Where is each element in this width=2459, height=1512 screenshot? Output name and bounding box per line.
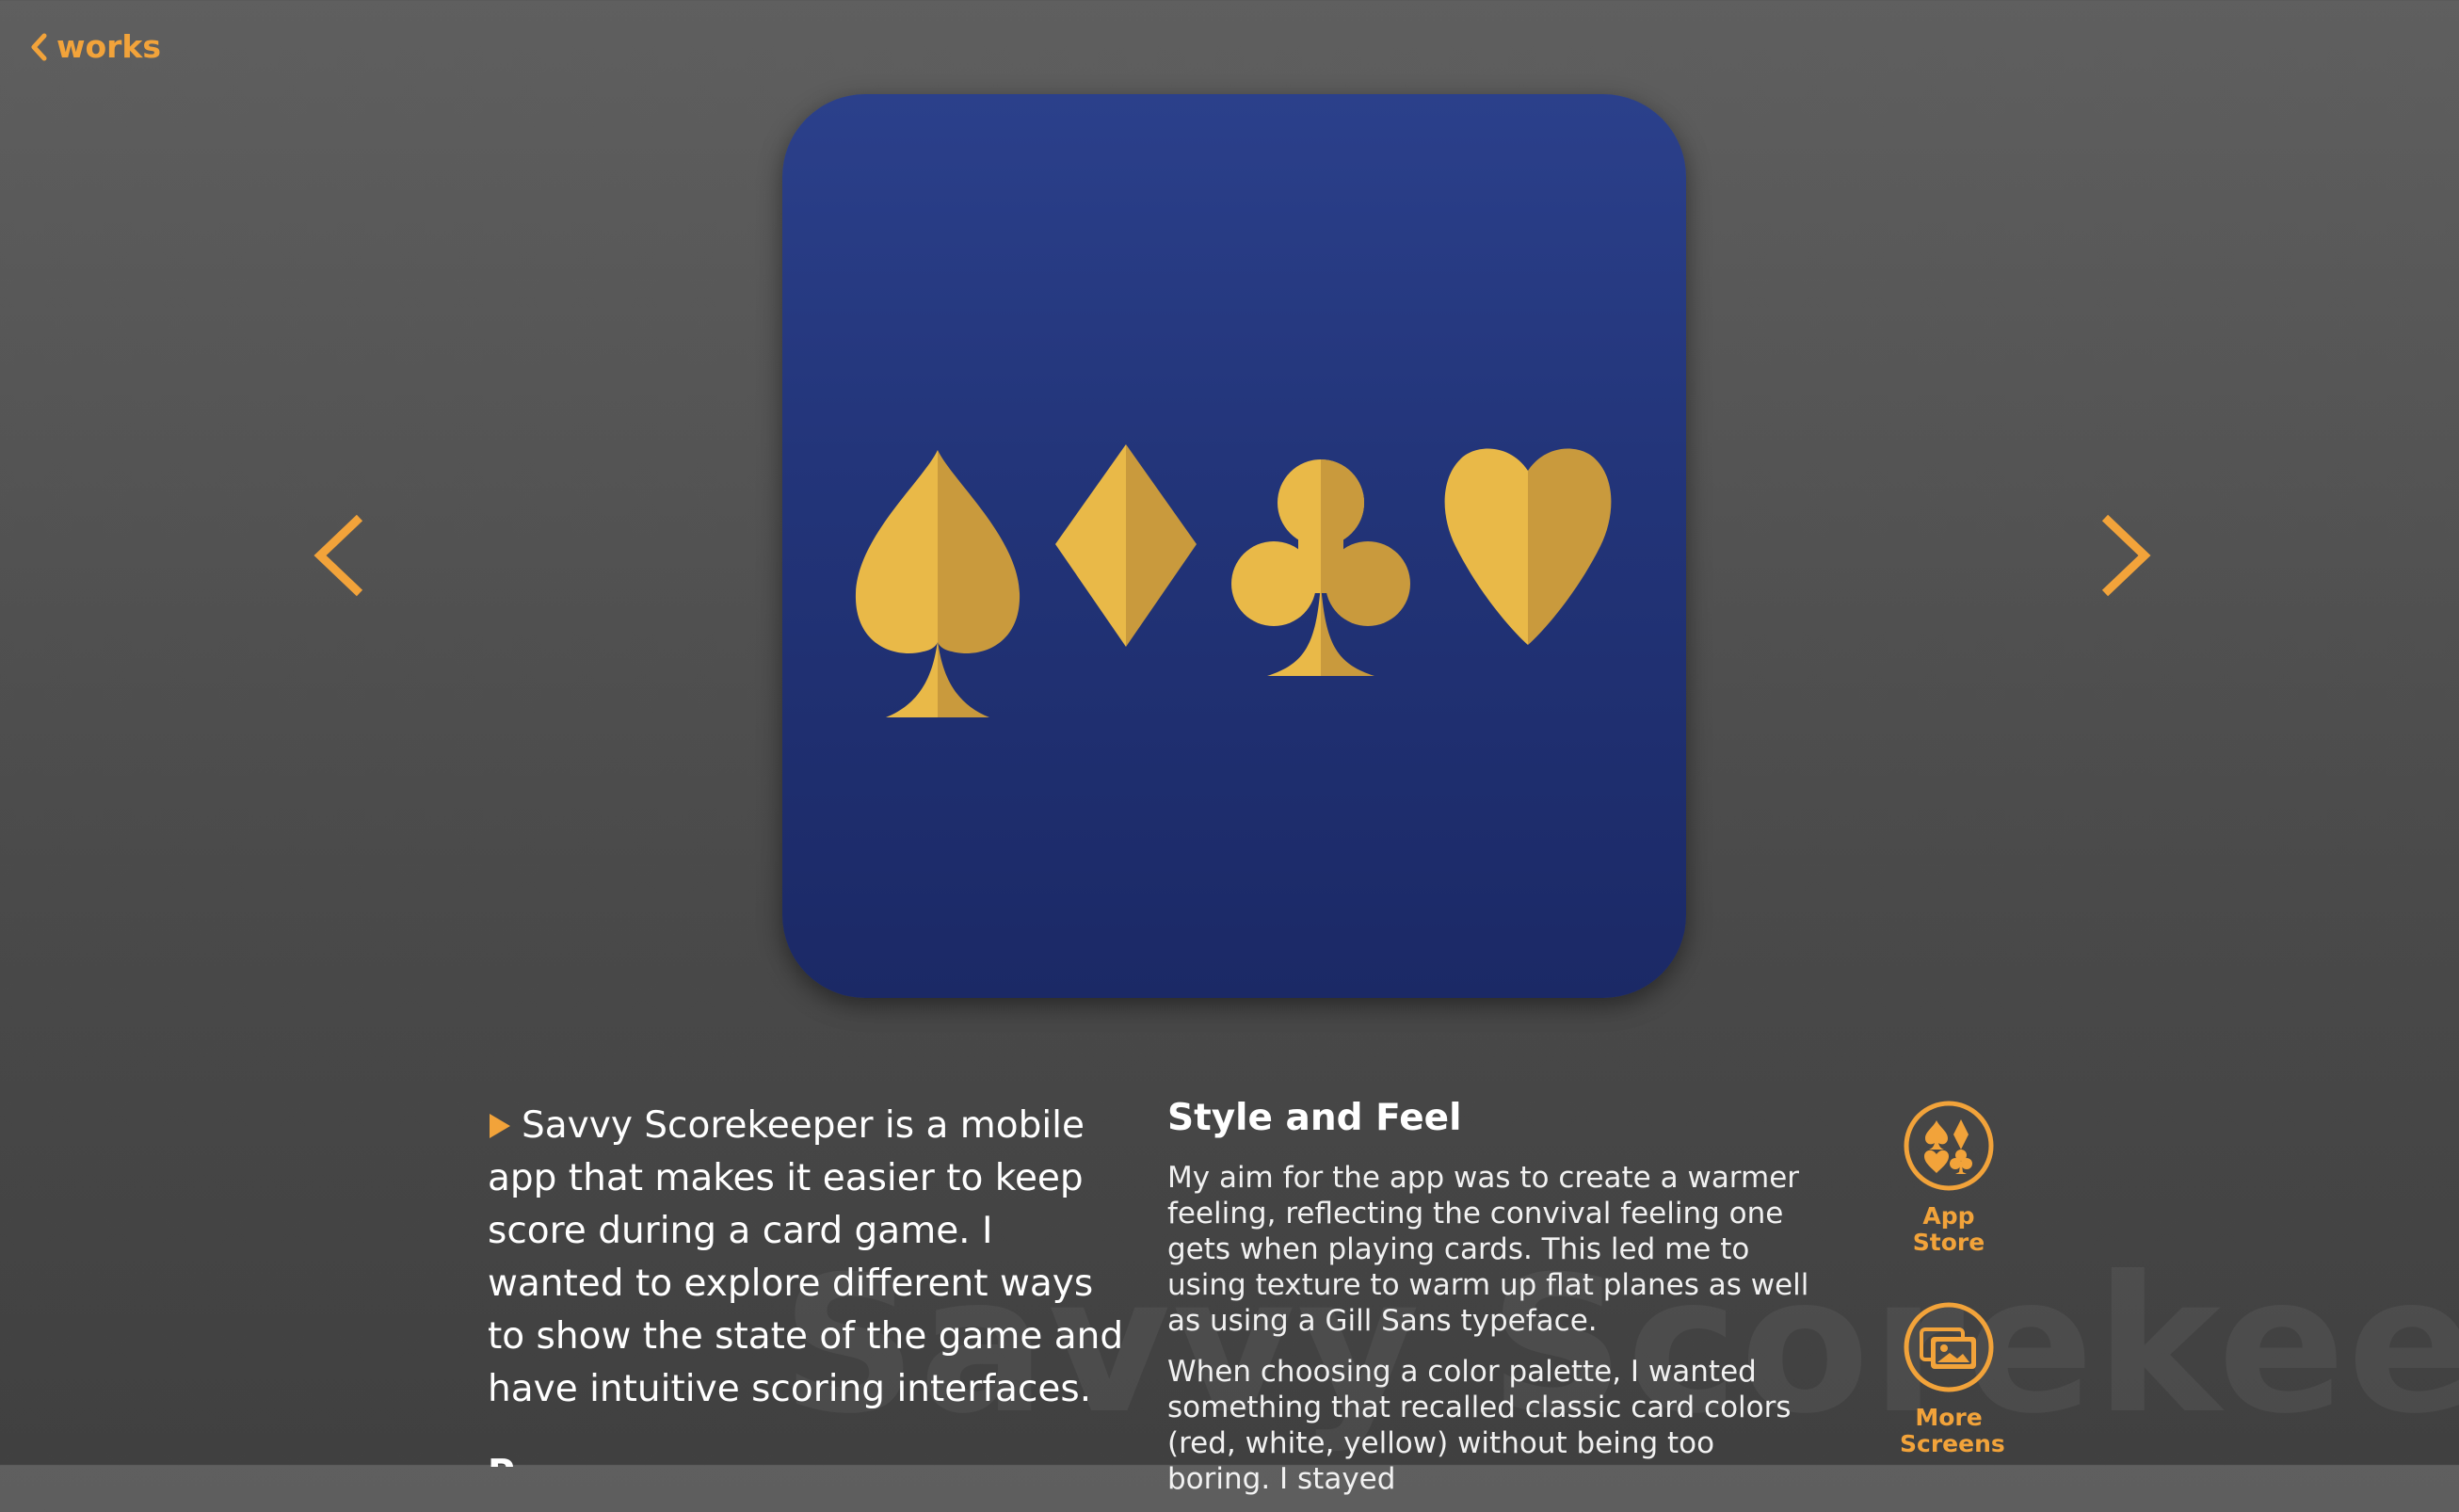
section-heading: Style and Feel	[1167, 1097, 1462, 1139]
app-store-label-line1: App	[1922, 1202, 1975, 1230]
more-screens-link[interactable]: More Screens	[1900, 1301, 2005, 1457]
image-gallery-circle-icon	[1904, 1302, 1994, 1392]
back-link-label: works	[56, 28, 162, 65]
style-and-feel-section: Style and Feel My aim for the app was to…	[1167, 1094, 1817, 1512]
next-heading-partial: P	[488, 1448, 525, 1467]
card-suits-app-icon	[855, 444, 1612, 717]
app-store-link[interactable]: App Store	[1900, 1100, 1998, 1256]
app-store-label-line2: Store	[1912, 1229, 1985, 1256]
play-triangle-icon	[490, 1114, 510, 1138]
more-screens-label-line2: Screens	[1900, 1430, 2005, 1457]
diamond-icon	[1055, 444, 1197, 647]
carousel-next-button[interactable]	[2092, 508, 2158, 603]
section-paragraph: When choosing a color palette, I wanted …	[1167, 1355, 1792, 1496]
spade-icon	[855, 450, 1021, 717]
chevron-left-icon	[31, 33, 47, 60]
card-suits-circle-icon	[1904, 1101, 1994, 1191]
chevron-left-icon	[313, 514, 363, 597]
section-paragraph: My aim for the app was to create a warme…	[1167, 1161, 1809, 1338]
heart-icon	[1444, 448, 1612, 645]
project-intro: Savvy Scorekeeper is a mobile app that m…	[488, 1100, 1137, 1416]
chevron-right-icon	[2101, 514, 2151, 597]
app-icon-image	[782, 94, 1686, 998]
intro-text: Savvy Scorekeeper is a mobile app that m…	[488, 1104, 1124, 1410]
club-icon	[1231, 459, 1410, 676]
more-screens-label-line1: More	[1915, 1404, 1983, 1431]
back-to-works-link[interactable]: works	[30, 28, 161, 65]
carousel-prev-button[interactable]	[307, 508, 373, 603]
